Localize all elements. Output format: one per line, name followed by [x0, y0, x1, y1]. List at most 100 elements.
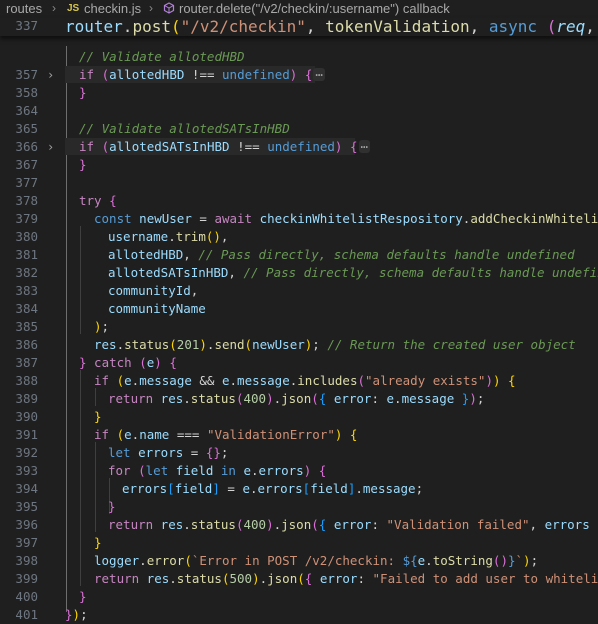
code-token: , [585, 17, 595, 36]
code-line[interactable]: 393 let errors = {}; [0, 444, 598, 478]
function-symbol-icon [163, 2, 175, 14]
code-line[interactable]: 395 errors[field] = e.errors[field].mess… [0, 480, 598, 514]
code-token: , [529, 517, 545, 532]
fold-expand-chevron-icon[interactable]: › [47, 138, 54, 156]
code-token: 400 [243, 391, 267, 406]
code-token: allotedSATsInHBD [108, 265, 229, 280]
code-token: { [342, 427, 358, 442]
code-line[interactable]: 377 } [0, 156, 598, 190]
sticky-scroll-line[interactable]: 337 router.post("/v2/checkin", tokenVali… [0, 18, 598, 36]
code-token: . [139, 553, 147, 568]
code-line[interactable]: 397 return res.status(400).json({ error:… [0, 516, 598, 550]
code-line[interactable]: 391 } [0, 408, 598, 442]
code-line[interactable]: 390 return res.status(400).json({ error:… [0, 390, 598, 424]
code-token: ; [312, 337, 320, 352]
code-token: = [219, 481, 243, 496]
code-line[interactable]: 392 if (e.name === "ValidationError") { [0, 426, 598, 460]
code-token: . [168, 229, 176, 244]
code-token: undefined [222, 67, 290, 82]
code-token: ( [131, 355, 147, 370]
code-token: const [94, 211, 132, 226]
code-line[interactable]: 398 } [0, 534, 598, 568]
breadcrumb-file[interactable]: checkin.js [84, 0, 141, 17]
folded-ellipsis[interactable]: ⋯ [358, 140, 371, 153]
code-token: if [79, 67, 95, 82]
code-line[interactable]: 385 communityName [0, 300, 598, 334]
code-line[interactable]: 388 } catch (e) { [0, 354, 598, 388]
code-token: in [213, 463, 236, 478]
code-token: ; [476, 391, 485, 406]
code-token: post [132, 17, 171, 36]
code-line[interactable]: 384 communityId, [0, 282, 598, 316]
code-token: ${ [402, 553, 418, 568]
code-line[interactable]: 396 } [0, 498, 598, 532]
code-token: error [326, 391, 372, 406]
code-line[interactable]: 364 } [0, 84, 598, 118]
code-token: errors [257, 481, 303, 496]
code-token: , [305, 17, 326, 36]
code-token: ] [212, 481, 220, 496]
code-line[interactable]: 380 const newUser = await checkinWhiteli… [0, 210, 598, 244]
code-token: req [556, 17, 586, 36]
code-token: e [235, 463, 252, 478]
code-line[interactable]: 382 allotedHBD, // Pass directly, schema… [0, 246, 598, 280]
code-line[interactable]: 394 for (let field in e.errors) { [0, 462, 598, 496]
code-token: { [297, 67, 313, 82]
code-line[interactable]: 379 try { [0, 192, 598, 226]
code-token: { [500, 373, 516, 388]
code-token: "Validation failed" [386, 517, 530, 532]
code-token: ; [415, 481, 424, 496]
code-token: [ [167, 481, 175, 496]
code-line[interactable]: 383 allotedSATsInHBD, // Pass directly, … [0, 264, 598, 298]
code-token: . [425, 553, 433, 568]
line-number: 337 [15, 18, 38, 33]
code-token: } [507, 553, 516, 568]
code-line[interactable]: 381 username.trim(), [0, 228, 598, 262]
code-token: ( [130, 463, 146, 478]
code-token: ) [199, 337, 207, 352]
code-token: json [281, 391, 312, 406]
code-token: includes [297, 373, 358, 388]
code-token: . [251, 463, 259, 478]
code-line[interactable]: 399 logger.error(`Error in POST /v2/chec… [0, 552, 598, 586]
code-line[interactable]: 402 }); [0, 606, 598, 624]
code-token: undefined [267, 139, 335, 154]
code-token: status [124, 337, 170, 352]
breadcrumb-folder[interactable]: routes [6, 0, 42, 17]
code-line[interactable]: 366 // Validate allotedSATsInHBD [0, 120, 598, 154]
javascript-file-icon: JS [67, 3, 80, 14]
breadcrumb-symbol[interactable]: router.delete("/v2/checkin/:username") c… [179, 0, 450, 17]
code-token: username [108, 229, 169, 244]
code-editor[interactable]: routes › JS checkin.js › router.delete("… [0, 0, 598, 624]
code-token: return [108, 391, 154, 406]
code-token: } [79, 589, 87, 604]
code-token: async [488, 17, 538, 36]
code-token: for [108, 463, 131, 478]
code-token: "/v2/checkin" [180, 17, 306, 36]
code-token: e [124, 373, 132, 388]
code-comment: // Pass directly, schema defaults handle… [190, 247, 575, 262]
code-line[interactable]: 400 return res.status(500).json({ error:… [0, 570, 598, 604]
code-line[interactable]: 357 // Validate allotedHBD [0, 48, 598, 82]
code-token: if [94, 373, 110, 388]
code-token: ) [523, 553, 531, 568]
code-token: if [79, 139, 95, 154]
code-token: name [139, 427, 170, 442]
code-token: && [191, 373, 222, 388]
code-line[interactable]: 367 › if (allotedSATsInHBD !== undefined… [0, 138, 598, 172]
folded-ellipsis[interactable]: ⋯ [313, 68, 325, 81]
code-token: ) [72, 607, 81, 622]
code-line[interactable]: 401 } [0, 588, 598, 622]
code-token: { [101, 193, 117, 208]
code-token: } [94, 409, 102, 424]
code-line[interactable]: 378 [0, 174, 598, 208]
code-comment: // Validate allotedHBD [79, 49, 245, 64]
fold-expand-chevron-icon[interactable]: › [47, 66, 54, 84]
code-line[interactable]: 386 ); [0, 318, 598, 352]
code-token: send [214, 337, 245, 352]
code-line[interactable]: 387 res.status(201).send(newUser); // Re… [0, 336, 598, 370]
code-line[interactable]: 358 › if (allotedHBD !== undefined) {⋯ [0, 66, 598, 100]
code-token: : [371, 517, 387, 532]
code-line[interactable]: 389 if (e.message && e.message.includes(… [0, 372, 598, 406]
code-line[interactable]: 365 [0, 102, 598, 136]
